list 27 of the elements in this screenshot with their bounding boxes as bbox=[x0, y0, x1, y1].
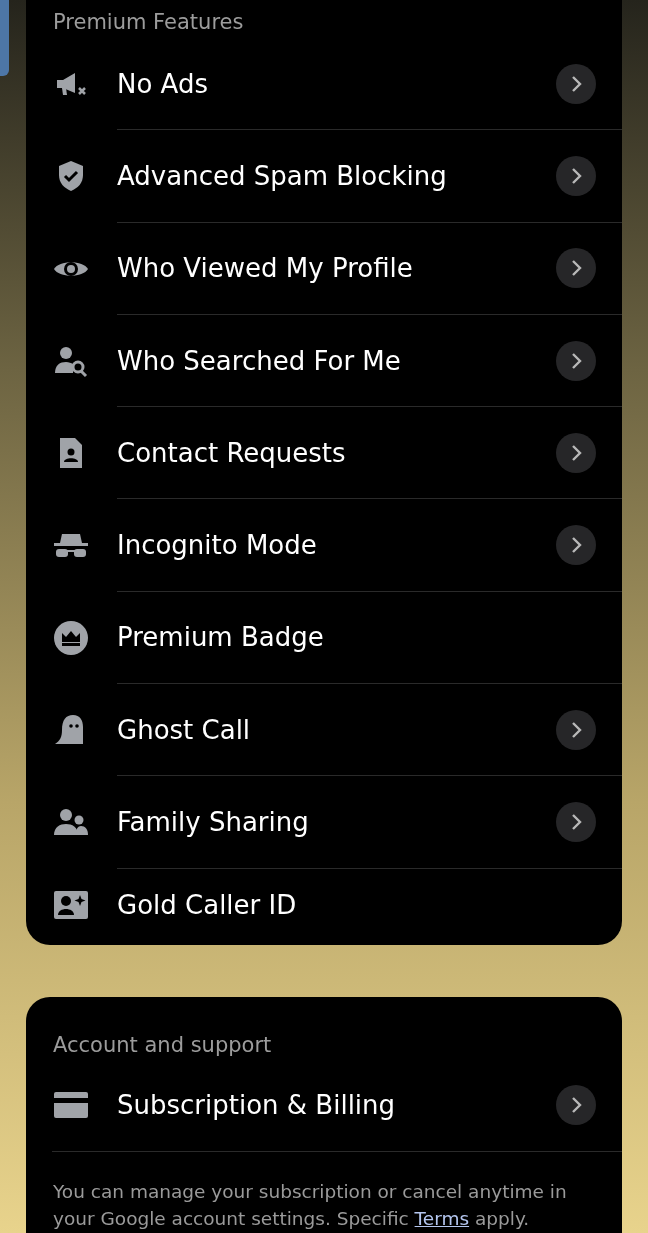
feature-item[interactable]: Who Viewed My Profile bbox=[26, 222, 622, 315]
feature-label: Ghost Call bbox=[117, 714, 251, 745]
subscription-item[interactable]: Subscription & Billing bbox=[26, 1058, 622, 1151]
feature-label: Gold Caller ID bbox=[117, 889, 297, 920]
feature-label: Premium Badge bbox=[117, 622, 324, 653]
feature-label: Contact Requests bbox=[117, 437, 346, 468]
terms-link[interactable]: Terms bbox=[414, 1207, 470, 1229]
subscription-label: Subscription & Billing bbox=[117, 1089, 396, 1120]
feature-item[interactable]: No Ads bbox=[26, 38, 622, 131]
feature-label: Family Sharing bbox=[117, 807, 309, 837]
feature-label: Who Searched For Me bbox=[117, 345, 401, 376]
feature-label: Advanced Spam Blocking bbox=[117, 160, 447, 191]
section-title: Account and support bbox=[52, 1031, 273, 1059]
feature-item[interactable]: Incognito Mode bbox=[26, 499, 622, 592]
footer-text: You can manage your subscription or cancel anytime in your Google account settings. Specific Terms apply. bbox=[52, 1179, 568, 1231]
feature-item[interactable]: Gold Caller ID bbox=[26, 868, 622, 941]
section-title: Premium Features bbox=[52, 9, 245, 36]
feature-label: Incognito Mode bbox=[117, 530, 317, 561]
feature-item[interactable]: Advanced Spam Blocking bbox=[26, 130, 622, 223]
feature-label: Who Viewed My Profile bbox=[117, 253, 413, 284]
feature-item[interactable]: Who Searched For Me bbox=[26, 314, 622, 408]
feature-item[interactable]: Ghost Call bbox=[26, 684, 622, 777]
crown-badge-icon bbox=[53, 619, 89, 656]
feature-item[interactable]: Premium Badge bbox=[26, 591, 622, 685]
feature-item[interactable]: Contact Requests bbox=[26, 407, 622, 500]
feature-item[interactable]: Family Sharing bbox=[26, 776, 622, 869]
feature-label: No Ads bbox=[117, 68, 208, 99]
